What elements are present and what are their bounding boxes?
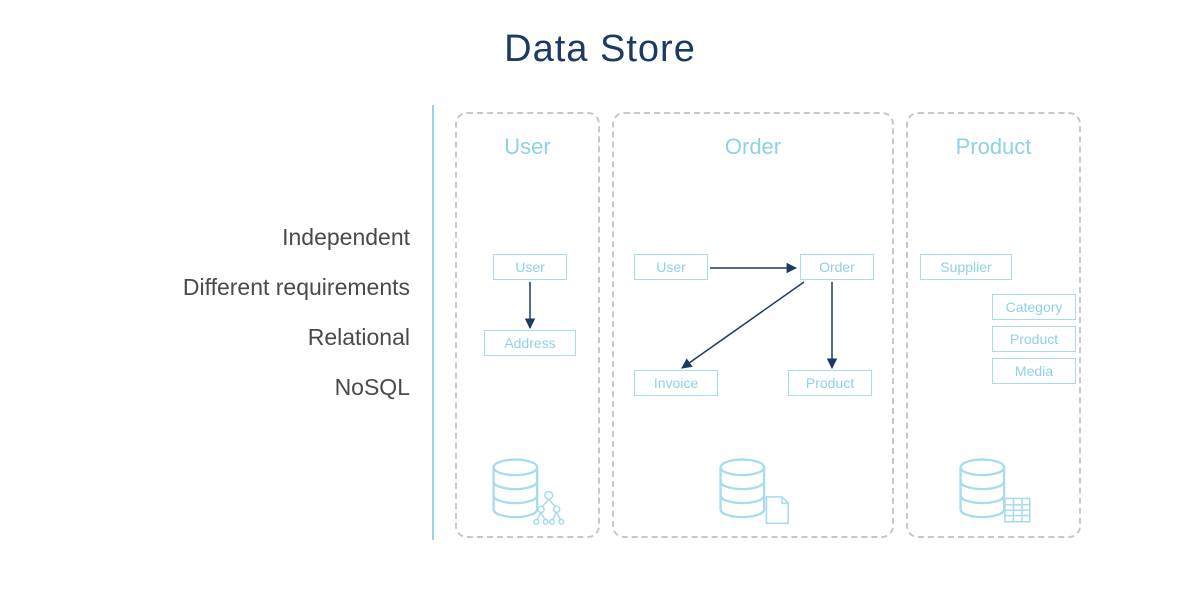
attribute-nosql: NoSQL (183, 362, 410, 412)
panel-user-title: User (457, 134, 598, 160)
database-document-icon (715, 458, 793, 528)
database-table-icon (955, 458, 1033, 528)
attribute-list: Independent Different requirements Relat… (183, 212, 410, 412)
entity-order-order: Order (800, 254, 874, 280)
database-graph-icon (488, 458, 566, 528)
entity-product-supplier: Supplier (920, 254, 1012, 280)
attribute-independent: Independent (183, 212, 410, 262)
vertical-divider (432, 105, 434, 540)
attribute-relational: Relational (183, 312, 410, 362)
panel-order-title: Order (614, 134, 892, 160)
entity-order-product: Product (788, 370, 872, 396)
entity-order-invoice: Invoice (634, 370, 718, 396)
diagram-title: Data Store (0, 28, 1200, 71)
entity-user-address: Address (484, 330, 576, 356)
entity-product-media: Media (992, 358, 1076, 384)
attribute-different-requirements: Different requirements (183, 262, 410, 312)
entity-order-user: User (634, 254, 708, 280)
entity-product-product: Product (992, 326, 1076, 352)
entity-user-user: User (493, 254, 567, 280)
panel-product-title: Product (908, 134, 1079, 160)
entity-product-category: Category (992, 294, 1076, 320)
